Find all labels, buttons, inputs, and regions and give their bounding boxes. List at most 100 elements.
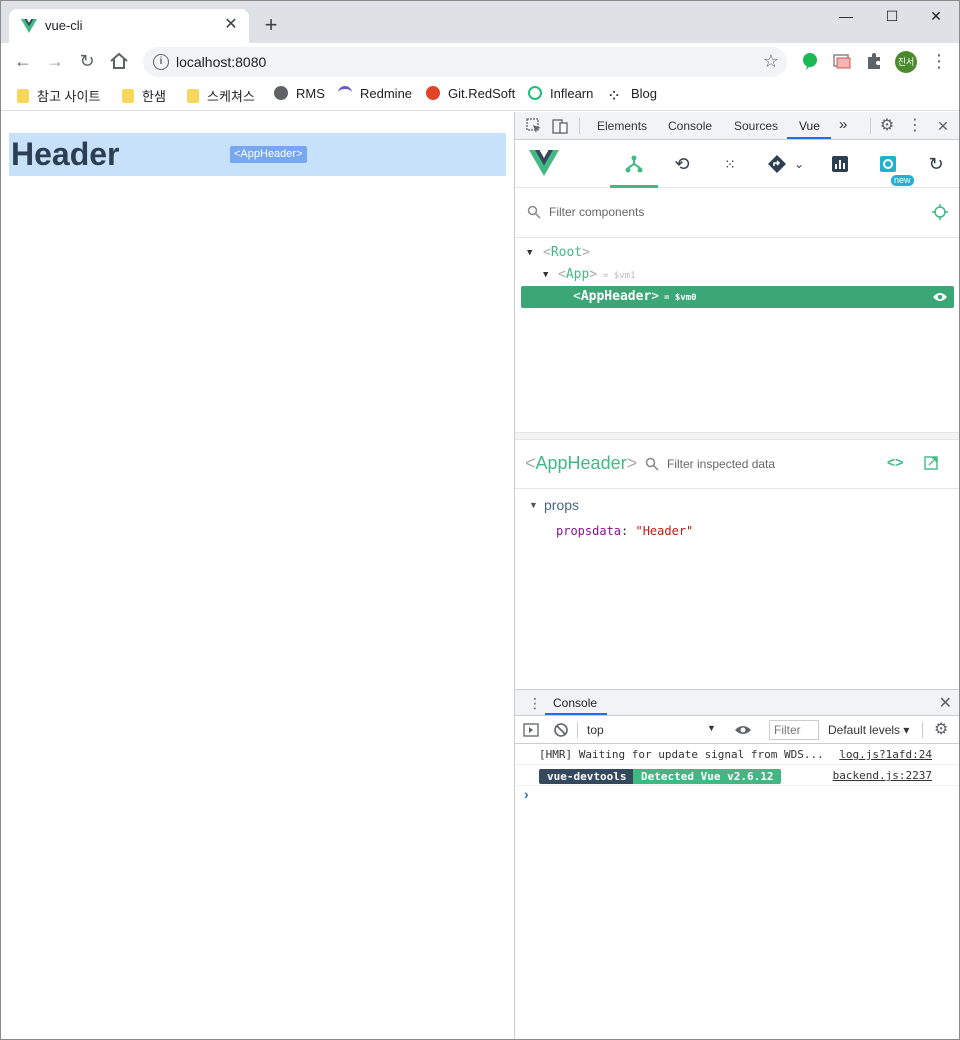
devtools-settings-icon[interactable]: ⚙: [878, 117, 896, 135]
profile-avatar[interactable]: 진서: [895, 51, 917, 73]
tab-vue[interactable]: Vue: [799, 119, 820, 133]
console-settings-icon[interactable]: ⚙: [934, 722, 950, 738]
filter-inspected-data-input[interactable]: Filter inspected data: [667, 457, 775, 471]
extensions-puzzle-icon[interactable]: [864, 51, 884, 71]
tree-node-name: <AppHeader>: [573, 289, 660, 304]
device-toolbar-icon[interactable]: [551, 117, 569, 135]
eye-icon[interactable]: [933, 291, 947, 303]
expand-arrow-icon[interactable]: ▼: [543, 264, 548, 286]
tab-sources[interactable]: Sources: [734, 119, 778, 133]
inflearn-icon: [528, 86, 542, 100]
router-icon[interactable]: [765, 152, 789, 176]
settings-gear-icon[interactable]: [876, 152, 900, 176]
pane-splitter[interactable]: [515, 432, 959, 440]
inspect-dom-code-icon[interactable]: <>: [887, 454, 903, 470]
timeline-history-icon[interactable]: ⟲: [670, 152, 694, 176]
new-tab-button[interactable]: +: [259, 13, 283, 37]
performance-chart-icon[interactable]: [828, 152, 852, 176]
filter-components-input[interactable]: Filter components: [549, 205, 644, 219]
title-bar: vue-cli ✕ + — ☐ ✕: [1, 1, 959, 43]
chevron-down-icon[interactable]: ▼: [707, 723, 716, 733]
devtools-close-icon[interactable]: ✕: [934, 117, 952, 135]
prop-key: propsdata: [556, 524, 622, 538]
components-tab-icon[interactable]: [622, 152, 646, 176]
tab-close-icon[interactable]: ✕: [221, 15, 241, 35]
chrome-menu-icon[interactable]: ⋮: [927, 49, 951, 73]
vuex-icon[interactable]: ⁙: [718, 152, 742, 176]
bookmark-rms[interactable]: RMS: [274, 86, 325, 104]
bookmark-gitredsoft[interactable]: Git.RedSoft: [426, 86, 515, 104]
bookmark-star-icon[interactable]: ☆: [763, 51, 779, 72]
select-component-target-icon[interactable]: [932, 204, 948, 220]
node-label: App: [565, 267, 590, 282]
collapse-arrow-icon[interactable]: ▼: [529, 500, 538, 510]
drawer-menu-icon[interactable]: ⋮: [528, 695, 542, 712]
search-icon: [645, 457, 659, 471]
browser-tab[interactable]: vue-cli ✕: [9, 9, 249, 43]
tab-title: vue-cli: [45, 18, 83, 33]
forward-button[interactable]: →: [43, 49, 67, 73]
close-drawer-icon[interactable]: ✕: [939, 693, 952, 713]
browser-toolbar: ← → ↻ i localhost:8080 ☆ 진서 ⋮: [1, 43, 959, 79]
tab-elements[interactable]: Elements: [597, 119, 647, 133]
bookmark-label: 참고 사이트: [37, 89, 101, 104]
bookmark-label: Blog: [631, 86, 658, 101]
minimize-button[interactable]: —: [823, 1, 869, 31]
bookmark-label: 스케쳐스: [207, 89, 255, 104]
more-tabs-button[interactable]: »: [839, 116, 847, 133]
folder-icon: [187, 89, 199, 103]
live-expression-eye-icon[interactable]: [735, 722, 751, 738]
tab-separator: [579, 118, 580, 134]
context-select[interactable]: top: [587, 723, 604, 737]
console-source-link[interactable]: log.js?1afd:24: [839, 745, 932, 765]
toolbar-separator: [577, 722, 578, 738]
console-message-text: [HMR] Waiting for update signal from WDS…: [539, 748, 824, 761]
devtools-menu-icon[interactable]: ⋮: [906, 117, 924, 135]
chevron-down-icon[interactable]: ⌄: [787, 152, 811, 176]
console-toolbar: top ▼ Filter Default levels ▾ ⚙: [515, 716, 959, 744]
search-icon: [527, 205, 541, 219]
bookmark-folder-2[interactable]: 한샘: [122, 86, 166, 104]
back-button[interactable]: ←: [11, 49, 35, 73]
app-header-highlight: Header <AppHeader>: [9, 133, 506, 176]
drawer-tab-console[interactable]: Console: [553, 696, 597, 710]
console-filter-input[interactable]: Filter: [769, 720, 819, 740]
site-info-icon[interactable]: i: [153, 54, 169, 70]
vue-logo-icon: [529, 150, 559, 176]
bookmark-blog[interactable]: ⁘ Blog: [609, 86, 657, 104]
open-in-editor-icon[interactable]: [924, 456, 938, 470]
console-source-link[interactable]: backend.js:2237: [833, 766, 932, 786]
bookmark-inflearn[interactable]: Inflearn: [528, 86, 593, 104]
component-filter-bar[interactable]: Filter components: [515, 188, 959, 238]
clear-console-icon[interactable]: [553, 722, 569, 738]
bookmark-folder-1[interactable]: 참고 사이트: [17, 86, 100, 104]
tree-node-appheader[interactable]: <AppHeader> = $vm0: [521, 286, 954, 308]
extension-window-icon[interactable]: [832, 51, 852, 71]
console-prompt[interactable]: ›: [524, 786, 529, 802]
prop-entry[interactable]: propsdata: "Header": [556, 524, 693, 538]
tab-console[interactable]: Console: [668, 119, 712, 133]
log-levels-dropdown[interactable]: Default levels ▾: [828, 723, 909, 737]
bookmark-label: 한샘: [142, 89, 166, 104]
props-section-label[interactable]: props: [544, 497, 579, 513]
expand-arrow-icon[interactable]: ▼: [527, 242, 532, 264]
address-bar[interactable]: i localhost:8080 ☆: [143, 47, 787, 77]
bookmark-redmine[interactable]: Redmine: [338, 86, 412, 104]
bookmark-label: Redmine: [360, 86, 413, 101]
home-button[interactable]: [107, 49, 131, 73]
tree-node-root[interactable]: ▼ <Root>: [521, 242, 954, 264]
show-sidebar-icon[interactable]: [523, 722, 539, 738]
page-viewport: Header <AppHeader>: [1, 112, 514, 1039]
bookmark-folder-3[interactable]: 스케쳐스: [187, 86, 255, 104]
vm-reference: = $vm0: [664, 293, 697, 303]
folder-icon: [122, 89, 134, 103]
extension-green-icon[interactable]: [800, 51, 820, 71]
reload-button[interactable]: ↻: [75, 49, 99, 73]
blog-icon: ⁘: [609, 89, 620, 103]
inspect-element-icon[interactable]: [525, 117, 543, 135]
refresh-icon[interactable]: ↻: [924, 152, 948, 176]
maximize-button[interactable]: ☐: [869, 1, 915, 31]
close-window-button[interactable]: ✕: [913, 1, 959, 31]
prop-value[interactable]: "Header": [635, 524, 693, 538]
tree-node-app[interactable]: ▼ <App> = $vm1: [521, 264, 954, 286]
